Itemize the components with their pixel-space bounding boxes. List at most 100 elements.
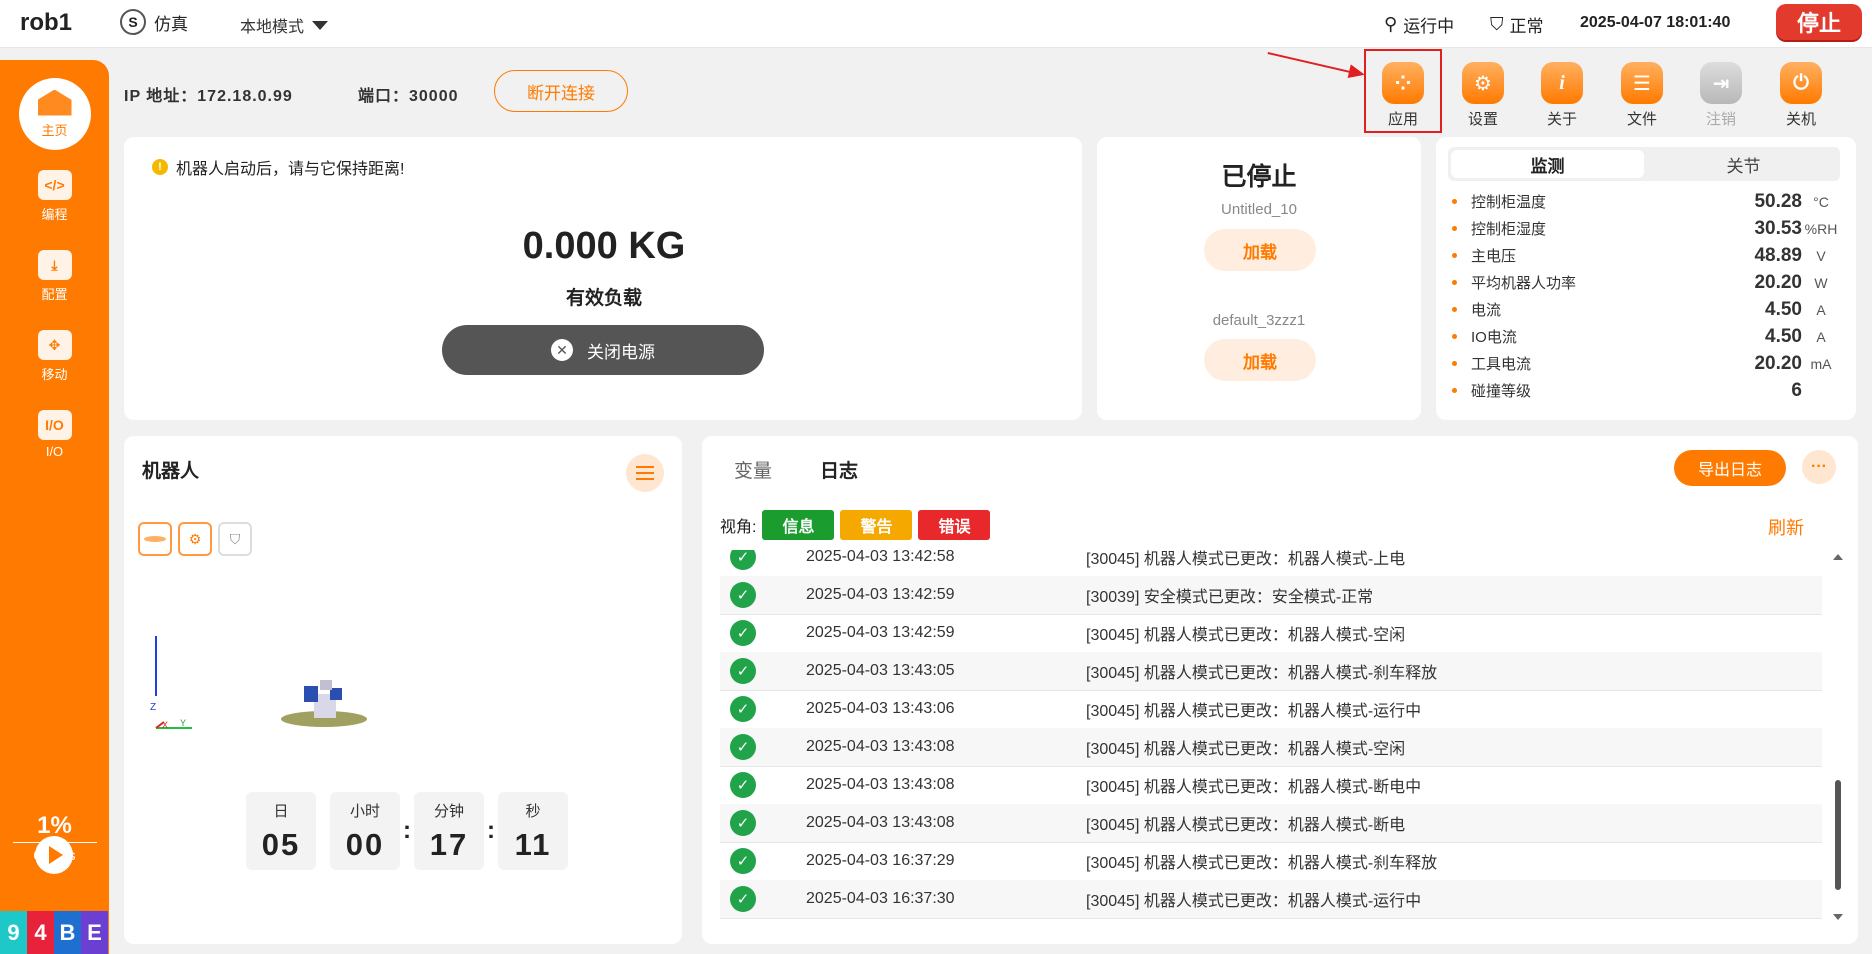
app-label: 注销 [1705,111,1736,128]
monitor-label: IO电流 [1471,329,1517,346]
table-row: ✓ 2025-04-03 16:37:30 [30045] 机器人模式已更改：机器人… [720,880,1822,919]
log-message: [30045] 机器人模式已更改：机器人模式-空闲 [1086,741,1406,758]
tab-variables[interactable]: 变量 [734,456,772,483]
emergency-stop-button[interactable]: 停止 [1776,4,1862,40]
check-icon: ✓ [730,620,756,646]
app-button-settings[interactable]: ⚙ 设置 [1448,62,1518,129]
view-safety-button[interactable]: ⛉ [218,522,252,556]
run-status: ⚲ 运行中 [1384,12,1454,37]
program-name: default_3zzz1 [1212,312,1306,329]
sidebar-item-home[interactable]: 主页 [0,78,109,150]
app-button-logout: ⇥ 注销 [1686,62,1756,129]
monitor-value: 48.89 [1754,244,1802,266]
scroll-up-icon[interactable] [1833,554,1843,560]
log-time: 2025-04-03 13:43:05 [806,662,955,679]
app-button-about[interactable]: i 关于 [1527,62,1597,129]
view-base-button[interactable] [138,522,172,556]
tab-monitor[interactable]: 监测 [1451,150,1644,178]
color-block: 4 [27,911,54,954]
axis-label-z: Z [150,702,156,713]
load-button[interactable]: 加载 [1204,229,1316,271]
simulation-toggle[interactable]: S 仿真 [120,9,188,35]
robot-card: 机器人 ⚙ ⛉ Z X Y 日 05 小时 00 : 分钟 17 : 秒 11 [124,436,682,944]
log-scrollbar[interactable] [1832,550,1844,926]
warning-text: 机器人启动后，请与它保持距离! [176,161,405,178]
top-bar: rob1 S 仿真 本地模式 ⚲ 运行中 ⛉ 正常 2025-04-07 18:… [0,0,1872,48]
refresh-button[interactable]: 刷新 [1768,514,1804,540]
filter-warning-button[interactable]: 警告 [840,510,913,540]
gear-icon: ⚙ [1462,62,1504,104]
sidebar-item-label: I/O [45,444,64,459]
monitor-label: 主电压 [1471,248,1517,265]
timer-separator: : [487,817,495,844]
view-robot-button[interactable]: ⚙ [178,522,212,556]
io-icon: I/O [37,410,72,440]
disconnect-button[interactable]: 断开连接 [494,70,628,112]
payload-value: 0.000 KG [522,225,686,267]
sidebar-item-programming[interactable]: </> 编程 [0,170,109,223]
monitor-value: 20.20 [1754,352,1802,374]
mode-dropdown[interactable]: 本地模式 [240,13,329,37]
ip-address: IP 地址：172.18.0.99 [124,88,293,105]
program-card: 已停止 Untitled_10 加载 default_3zzz1 加载 [1097,137,1421,420]
load-button[interactable]: 加载 [1204,339,1316,381]
robot-arm-icon: ⚲ [1384,14,1398,34]
export-log-button[interactable]: 导出日志 [1674,450,1786,486]
port: 端口：30000 [358,88,459,105]
log-message: [30045] 机器人模式已更改：机器人模式-运行中 [1086,703,1422,720]
app-button-shutdown[interactable]: ⏻ 关机 [1766,62,1836,129]
monitor-card: 监测 关节 控制柜温度 50.28 °C 控制柜湿度 30.53 %RH 主电压 48.8… [1436,137,1856,420]
power-off-button[interactable]: ✕ 关闭电源 [442,325,764,375]
log-time: 2025-04-03 13:43:06 [806,700,955,717]
log-time: 2025-04-03 13:42:59 [806,586,955,603]
runtime-timer: 日 05 小时 00 : 分钟 17 : 秒 11 [246,792,568,870]
monitor-label: 电流 [1471,302,1502,319]
log-message: [30045] 机器人模式已更改：机器人模式-上电 [1086,551,1406,568]
timer-hour-label: 小时 [349,803,380,820]
monitor-unit: A [1816,301,1826,318]
sidebar-item-move[interactable]: ✥ 移动 [0,330,109,383]
sidebar-item-label: 移动 [41,367,68,382]
check-icon: ✓ [730,734,756,760]
view-filter: 视角: 信息 警告 错误 [720,510,991,540]
info-icon: i [1541,62,1583,104]
monitor-value: 30.53 [1754,217,1802,239]
monitor-row: 电流 4.50 A [1448,296,1840,323]
log-tabs: 变量 日志 [734,456,858,483]
run-status-label: 运行中 [1403,17,1455,36]
filter-info-button[interactable]: 信息 [762,510,835,540]
scroll-thumb[interactable] [1835,780,1841,890]
monitor-unit: %RH [1804,220,1838,237]
monitor-label: 工具电流 [1471,356,1532,373]
list-menu-button[interactable] [626,454,664,492]
robot-3d-view[interactable]: Z X Y [144,636,404,756]
app-label: 设置 [1467,111,1498,128]
sidebar-item-label: 主页 [41,122,68,138]
tab-joints[interactable]: 关节 [1647,147,1840,181]
table-row: ✓ 2025-04-03 13:42:59 [30045] 机器人模式已更改：机器人… [720,614,1822,653]
tab-log[interactable]: 日志 [820,456,858,483]
scroll-down-icon[interactable] [1833,914,1843,920]
log-time: 2025-04-03 13:42:58 [806,550,955,565]
table-row: ✓ 2025-04-03 13:42:59 [30039] 安全模式已更改：安全模式… [720,576,1822,615]
power-icon: ⏻ [1780,62,1822,104]
log-time: 2025-04-03 13:43:08 [806,814,955,831]
download-config-icon: ⤓ [37,250,72,280]
filter-error-button[interactable]: 错误 [918,510,991,540]
log-message: [30039] 安全模式已更改：安全模式-正常 [1086,589,1374,606]
table-row: ✓ 2025-04-03 16:37:29 [30045] 机器人模式已更改：机器人… [720,842,1822,881]
app-label: 文件 [1626,111,1657,128]
monitor-label: 控制柜湿度 [1471,221,1547,238]
more-options-button[interactable]: ··· [1802,450,1836,484]
monitor-value: 50.28 [1754,190,1802,212]
monitor-label: 控制柜温度 [1471,194,1547,211]
color-block: 9 [0,911,27,954]
sidebar-item-config[interactable]: ⤓ 配置 [0,250,109,303]
home-icon [37,89,72,116]
monitor-tabs: 监测 关节 [1448,147,1840,181]
sidebar-item-io[interactable]: I/O I/O [0,410,109,459]
play-button[interactable] [35,836,73,874]
table-row: ✓ 2025-04-03 13:43:08 [30045] 机器人模式已更改：机器人… [720,728,1822,767]
app-button-files[interactable]: ☰ 文件 [1607,62,1677,129]
color-block: B [54,911,81,954]
